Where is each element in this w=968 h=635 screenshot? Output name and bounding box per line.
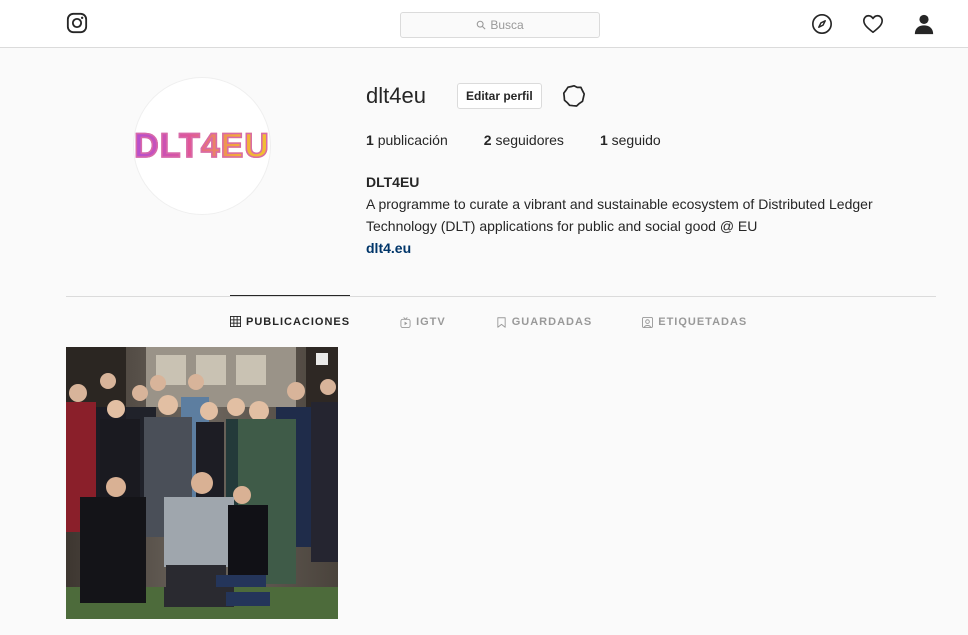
tab-guardadas[interactable]: GUARDADAS	[496, 296, 593, 348]
tv-icon	[400, 316, 411, 328]
bio-description: A programme to curate a vibrant and sust…	[366, 196, 873, 234]
stat-followers-label: seguidores	[495, 132, 564, 148]
profile-username: dlt4eu	[366, 83, 426, 108]
profile-button[interactable]	[913, 13, 935, 35]
user-icon	[914, 14, 934, 35]
tab-guardadas-label: GUARDADAS	[511, 316, 593, 328]
tab-etiquetadas-label: ETIQUETADAS	[658, 316, 748, 328]
stat-following-label: seguido	[611, 132, 661, 148]
activity-button[interactable]	[862, 13, 884, 35]
tab-publicaciones-label: PUBLICACIONES	[246, 315, 351, 328]
bio-full-name: DLT4EU	[366, 174, 420, 190]
tab-publicaciones[interactable]: PUBLICACIONES	[230, 295, 351, 347]
instagram-logo-icon[interactable]	[66, 12, 88, 34]
edit-profile-button[interactable]: Editar perfil	[457, 83, 542, 109]
bookmark-icon	[497, 316, 506, 328]
search-placeholder: Busca	[490, 18, 524, 32]
grid-icon	[230, 316, 241, 327]
stat-following[interactable]: 1 seguido	[600, 132, 661, 148]
explore-button[interactable]	[811, 13, 833, 35]
stat-posts-label: publicación	[377, 132, 448, 148]
stat-posts-count: 1	[366, 132, 374, 148]
tab-etiquetadas[interactable]: ETIQUETADAS	[642, 296, 747, 348]
bio-website-link[interactable]: dlt4.eu	[366, 237, 946, 259]
settings-gear-icon[interactable]	[562, 84, 586, 108]
stat-followers-count: 2	[483, 132, 492, 148]
top-navigation-bar: Busca	[0, 0, 968, 48]
search-input[interactable]: Busca	[400, 12, 600, 38]
stat-following-count: 1	[599, 132, 608, 148]
tab-igtv[interactable]: IGTV	[400, 296, 446, 348]
avatar-logo-text: DLT4EU	[133, 126, 270, 166]
profile-section: DLT4EU dlt4eu Editar perfil 1 publicació…	[0, 49, 968, 635]
heart-icon	[863, 14, 883, 34]
compass-icon	[812, 14, 832, 34]
tab-igtv-label: IGTV	[416, 316, 446, 328]
stat-posts: 1 publicación	[366, 132, 448, 148]
stat-followers[interactable]: 2 seguidores	[484, 132, 564, 148]
profile-bio: DLT4EU A programme to curate a vibrant a…	[366, 171, 946, 259]
profile-stats: 1 publicación 2 seguidores 1 seguido	[366, 132, 697, 148]
tag-icon	[642, 316, 654, 328]
profile-tabs: PUBLICACIONES IGTV GUARDADAS ETIQUETADAS	[230, 295, 797, 348]
group-photo-image	[66, 347, 338, 619]
search-icon	[477, 20, 486, 30]
avatar[interactable]: DLT4EU	[133, 77, 271, 215]
post-thumbnail[interactable]	[66, 347, 338, 619]
